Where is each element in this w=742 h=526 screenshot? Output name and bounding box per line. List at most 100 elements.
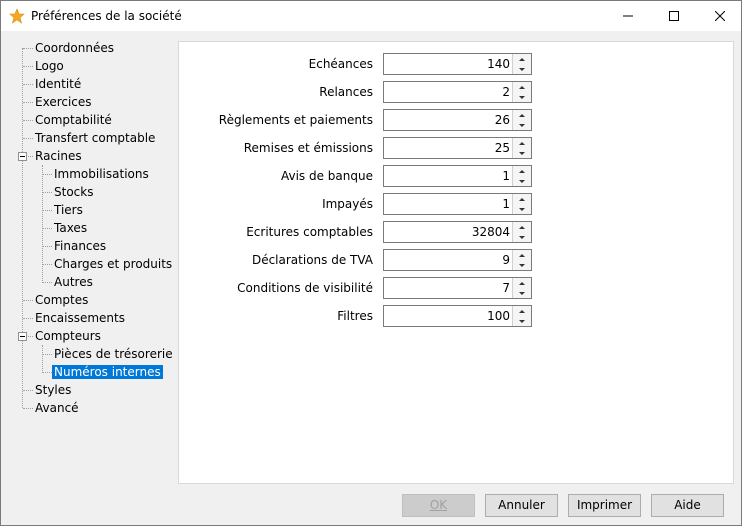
tree-item-autres[interactable]: Autres: [52, 273, 95, 291]
tree-item-compteurs[interactable]: Compteurs: [33, 327, 103, 345]
spinner-value[interactable]: 25: [384, 138, 510, 158]
arrow-up-icon: [519, 85, 525, 89]
spin-down-button[interactable]: [513, 64, 531, 74]
tree-connector: [23, 390, 33, 391]
arrow-up-icon: [519, 141, 525, 145]
spinner-buttons: [512, 194, 531, 214]
tree-item-comptes[interactable]: Comptes: [33, 291, 90, 309]
ok-button[interactable]: OK: [402, 494, 475, 517]
spinner-buttons: [512, 166, 531, 186]
tree-item-styles[interactable]: Styles: [33, 381, 73, 399]
tree-item-racines[interactable]: Racines: [33, 147, 84, 165]
reglements-spinner[interactable]: 26: [383, 109, 532, 131]
field-label: Filtres: [337, 309, 373, 323]
conditions-visibilite-spinner[interactable]: 7: [383, 277, 532, 299]
impayes-spinner[interactable]: 1: [383, 193, 532, 215]
remises-spinner[interactable]: 25: [383, 137, 532, 159]
tree-connector: [43, 228, 52, 229]
tree-item-avance[interactable]: Avancé: [33, 399, 81, 417]
arrow-down-icon: [519, 179, 525, 183]
spinner-value[interactable]: 2: [384, 82, 510, 102]
tree-connector: [23, 84, 33, 85]
tree-item-exercices[interactable]: Exercices: [33, 93, 94, 111]
tree-item-comptabilite[interactable]: Comptabilité: [33, 111, 114, 129]
spinner-buttons: [512, 138, 531, 158]
avis-de-banque-spinner[interactable]: 1: [383, 165, 532, 187]
spinner-value[interactable]: 26: [384, 110, 510, 130]
arrow-down-icon: [519, 291, 525, 295]
tree-item-charges-et-produits[interactable]: Charges et produits: [52, 255, 174, 273]
tree-item-logo[interactable]: Logo: [33, 57, 66, 75]
tree-item-numeros-internes[interactable]: Numéros internes: [52, 363, 163, 381]
tree-item-transfert-comptable[interactable]: Transfert comptable: [33, 129, 157, 147]
spinner-value[interactable]: 32804: [384, 222, 510, 242]
aide-button[interactable]: Aide: [651, 494, 724, 517]
tree-connector: [42, 345, 43, 373]
echeances-spinner[interactable]: 140: [383, 53, 532, 75]
tree-item-taxes[interactable]: Taxes: [52, 219, 89, 237]
spin-down-button[interactable]: [513, 92, 531, 102]
tree-item-encaissements[interactable]: Encaissements: [33, 309, 127, 327]
title-bar: Préférences de la société: [1, 1, 741, 31]
collapse-icon[interactable]: [18, 152, 27, 161]
tree-connector: [43, 264, 52, 265]
tree-connector: [43, 282, 52, 283]
minimize-button[interactable]: [605, 1, 651, 31]
tree-connector: [23, 120, 33, 121]
imprimer-button[interactable]: Imprimer: [568, 494, 641, 517]
spinner-buttons: [512, 54, 531, 74]
counters-panel: Echéances 140 Relances 2 Règlements et p…: [178, 41, 734, 484]
arrow-down-icon: [519, 207, 525, 211]
arrow-down-icon: [519, 151, 525, 155]
spin-down-button[interactable]: [513, 260, 531, 270]
spin-down-button[interactable]: [513, 316, 531, 326]
arrow-up-icon: [519, 253, 525, 257]
spin-down-button[interactable]: [513, 176, 531, 186]
ecritures-comptables-spinner[interactable]: 32804: [383, 221, 532, 243]
tree-item-immobilisations[interactable]: Immobilisations: [52, 165, 151, 183]
collapse-icon[interactable]: [18, 332, 27, 341]
field-label: Ecritures comptables: [246, 225, 373, 239]
close-icon: [715, 11, 725, 21]
spinner-buttons: [512, 250, 531, 270]
spin-down-button[interactable]: [513, 120, 531, 130]
arrow-down-icon: [519, 95, 525, 99]
arrow-down-icon: [519, 263, 525, 267]
annuler-button[interactable]: Annuler: [485, 494, 558, 517]
spin-down-button[interactable]: [513, 232, 531, 242]
arrow-down-icon: [519, 123, 525, 127]
field-label: Impayés: [322, 197, 373, 211]
settings-tree: Coordonnées Logo Identité Exercices Comp…: [7, 39, 175, 485]
spinner-value[interactable]: 1: [384, 194, 510, 214]
tree-item-stocks[interactable]: Stocks: [52, 183, 95, 201]
spinner-value[interactable]: 7: [384, 278, 510, 298]
filtres-spinner[interactable]: 100: [383, 305, 532, 327]
arrow-up-icon: [519, 197, 525, 201]
minimize-icon: [623, 11, 633, 21]
tree-connector: [23, 48, 33, 49]
field-label: Règlements et paiements: [218, 113, 373, 127]
spinner-value[interactable]: 1: [384, 166, 510, 186]
spinner-value[interactable]: 100: [384, 306, 510, 326]
close-button[interactable]: [697, 1, 742, 31]
field-label: Conditions de visibilité: [237, 281, 373, 295]
arrow-up-icon: [519, 225, 525, 229]
tree-item-coordonnees[interactable]: Coordonnées: [33, 39, 116, 57]
declarations-tva-spinner[interactable]: 9: [383, 249, 532, 271]
tree-item-identite[interactable]: Identité: [33, 75, 83, 93]
tree-item-pieces-de-tresorerie[interactable]: Pièces de trésorerie: [52, 345, 175, 363]
spin-down-button[interactable]: [513, 204, 531, 214]
tree-connector: [23, 300, 33, 301]
spinner-value[interactable]: 9: [384, 250, 510, 270]
spin-down-button[interactable]: [513, 148, 531, 158]
tree-item-tiers[interactable]: Tiers: [52, 201, 85, 219]
tree-connector: [43, 210, 52, 211]
tree-item-finances[interactable]: Finances: [52, 237, 108, 255]
arrow-down-icon: [519, 319, 525, 323]
spinner-value[interactable]: 140: [384, 54, 510, 74]
relances-spinner[interactable]: 2: [383, 81, 532, 103]
spin-down-button[interactable]: [513, 288, 531, 298]
tree-connector: [43, 354, 52, 355]
maximize-icon: [669, 11, 679, 21]
maximize-button[interactable]: [651, 1, 697, 31]
